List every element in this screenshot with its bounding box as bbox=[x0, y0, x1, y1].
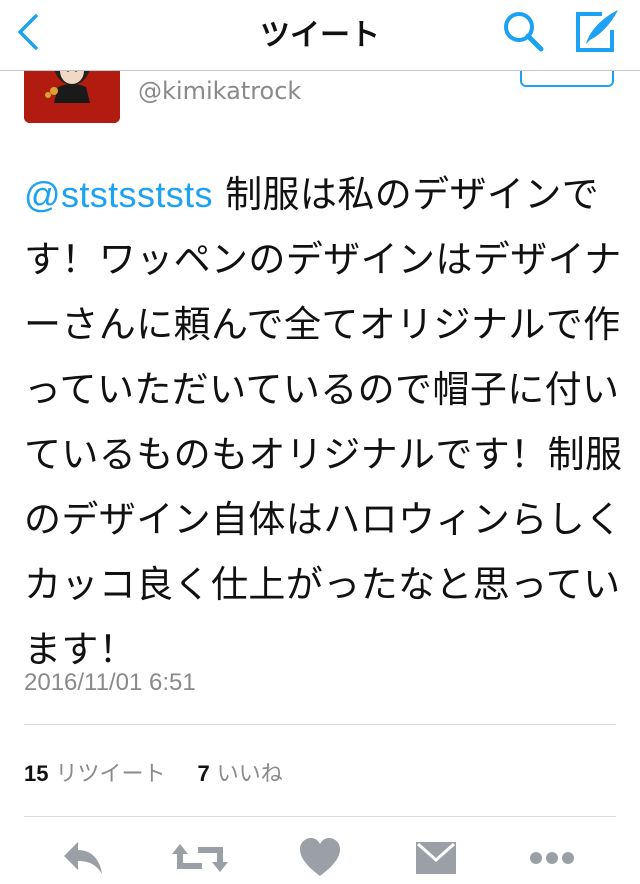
more-button[interactable] bbox=[528, 836, 576, 880]
like-button[interactable] bbox=[298, 836, 342, 880]
tweet-body: 制服は私のデザインです！ワッペンのデザインはデザイナーさんに頼んで全てオリジナル… bbox=[24, 173, 623, 671]
search-icon bbox=[504, 12, 544, 52]
compose-button[interactable] bbox=[572, 6, 622, 56]
heart-icon bbox=[300, 838, 340, 876]
divider bbox=[24, 724, 616, 725]
follow-button[interactable] bbox=[520, 71, 614, 87]
more-icon bbox=[530, 852, 574, 864]
divider bbox=[24, 816, 616, 817]
retweet-label[interactable]: リツイート bbox=[55, 762, 165, 787]
retweet-count[interactable]: 15 bbox=[24, 761, 48, 786]
avatar[interactable] bbox=[24, 71, 120, 123]
mention-link[interactable]: @ststsststs bbox=[24, 174, 213, 215]
tweet-timestamp: 2016/11/01 6:51 bbox=[24, 669, 196, 696]
reply-button[interactable] bbox=[60, 836, 106, 880]
tweet-header: @kimikatrock bbox=[0, 71, 640, 131]
compose-icon bbox=[576, 10, 618, 52]
tweet-stats: 15 リツイート 7 いいね bbox=[24, 756, 283, 788]
tweet-text: @ststsststs 制服は私のデザインです！ワッペンのデザインはデザイナーさ… bbox=[24, 162, 624, 682]
retweet-button[interactable] bbox=[172, 836, 228, 880]
search-button[interactable] bbox=[500, 8, 546, 54]
user-handle[interactable]: @kimikatrock bbox=[138, 77, 301, 105]
like-label[interactable]: いいね bbox=[217, 762, 283, 787]
avatar-image bbox=[24, 71, 120, 123]
direct-message-button[interactable] bbox=[414, 836, 458, 880]
retweet-icon bbox=[172, 844, 228, 872]
reply-icon bbox=[64, 842, 102, 874]
like-count[interactable]: 7 bbox=[198, 761, 210, 786]
navigation-bar: ツイート bbox=[0, 0, 640, 71]
envelope-icon bbox=[416, 842, 456, 874]
